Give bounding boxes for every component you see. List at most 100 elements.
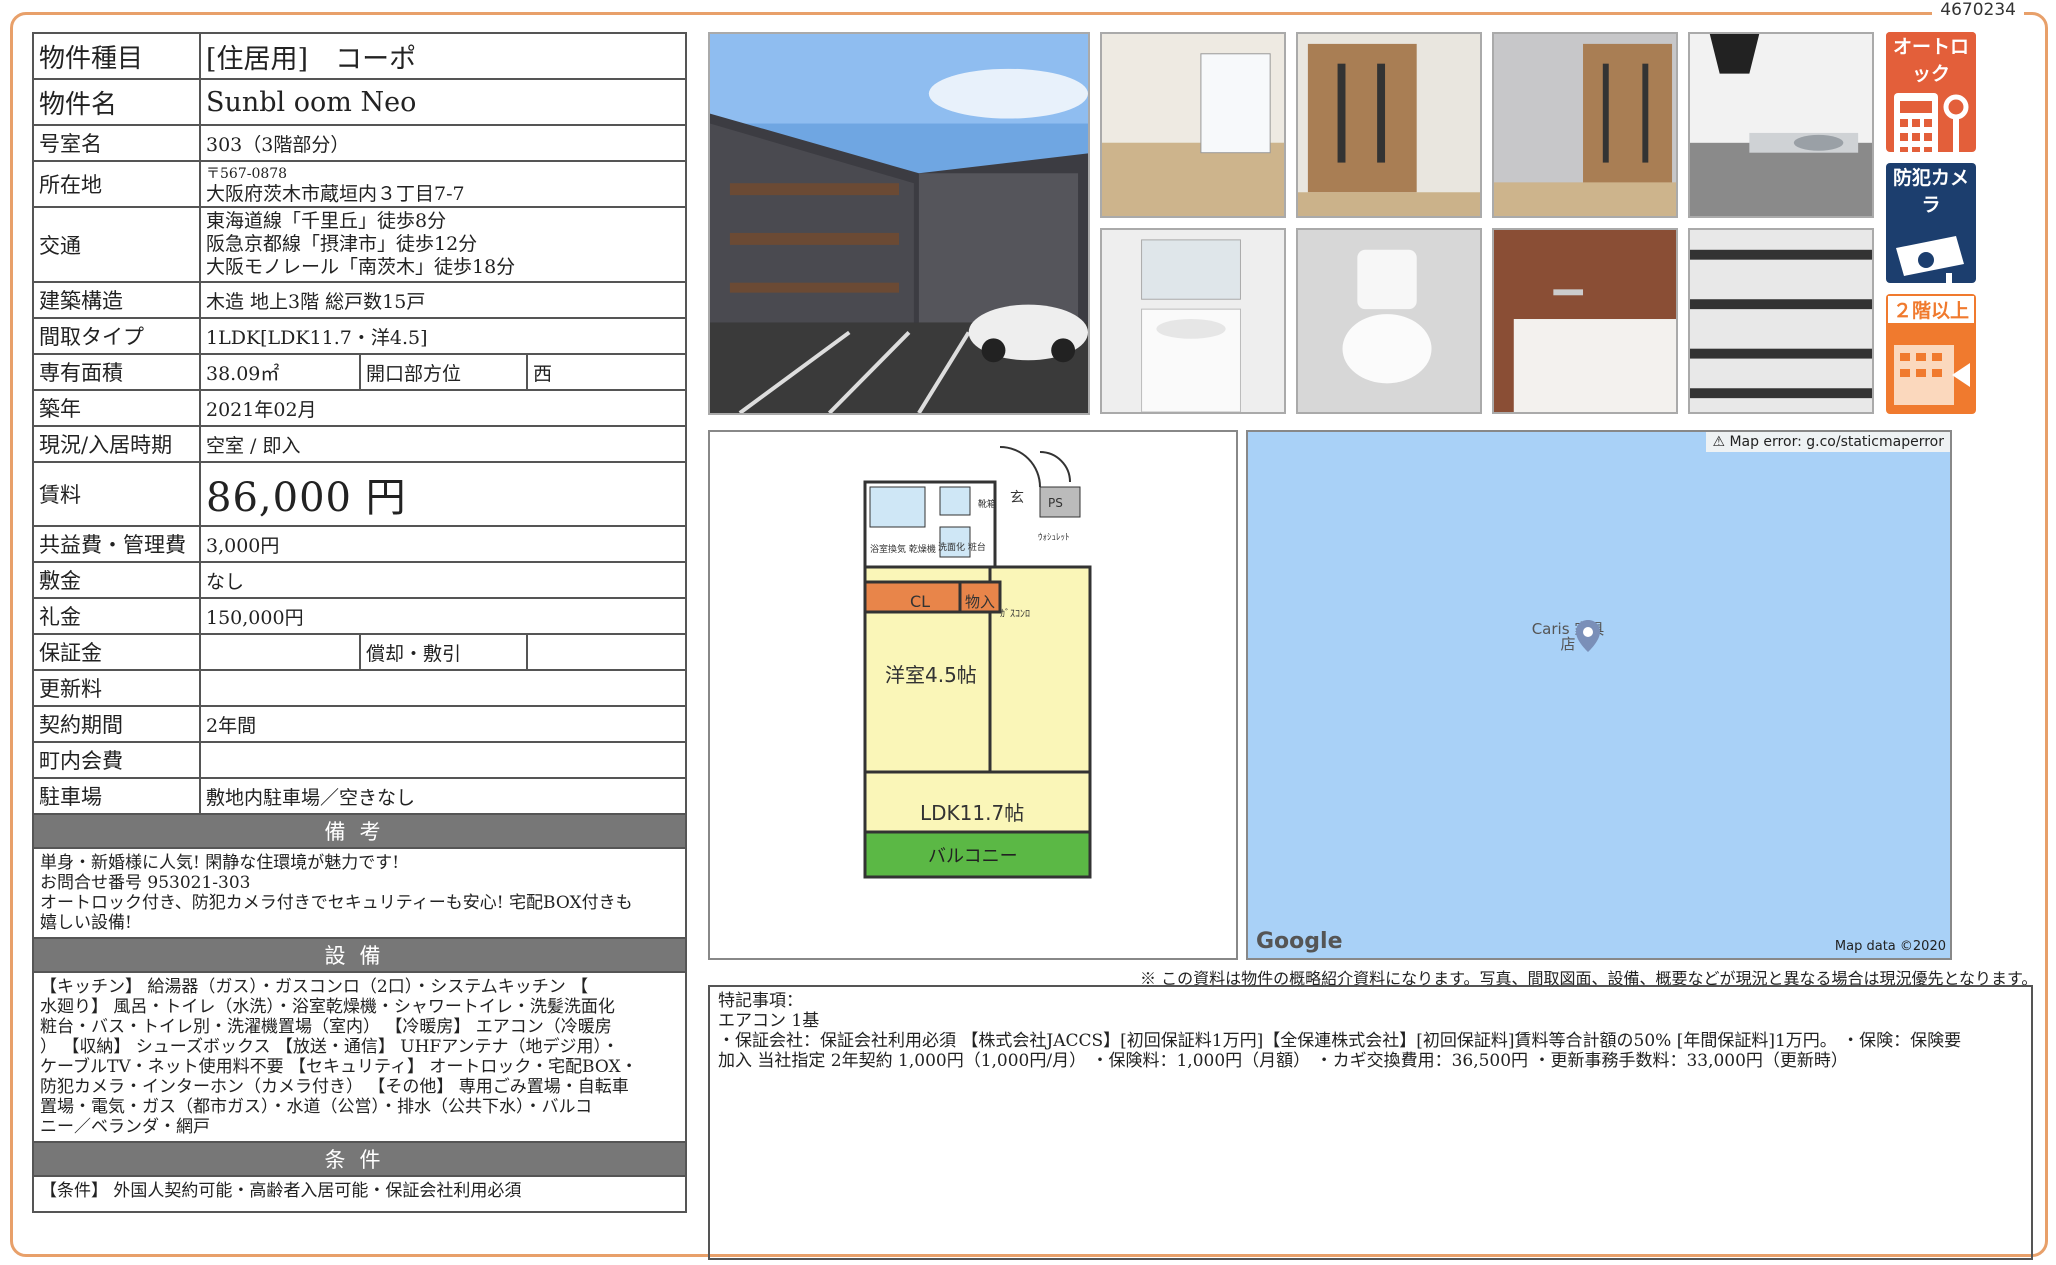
access-line: 大阪モノレール「南茨木」徒歩18分 (206, 256, 516, 278)
shoe-label: 靴箱 (978, 498, 996, 510)
area-label: 専有面積 (32, 353, 201, 391)
access-label: 交通 (32, 206, 201, 283)
direction-label: 開口部方位 (359, 353, 528, 391)
remarks-line: オートロック付き、防犯カメラ付きでセキュリティーも安心! 宅配BOX付きも (40, 893, 633, 913)
remarks-line: 単身・新婚様に人気! 閑静な住環境が魅力です! (40, 853, 400, 873)
name-label: 物件名 (32, 78, 201, 126)
guarantee-value (199, 633, 361, 671)
notes-line: 加入 当社指定 2年契約 1,000円（1,000円/月） ・保険料：1,000… (718, 1051, 1848, 1071)
contract-value: 2年間 (199, 705, 687, 743)
area-value: 38.09㎡ (199, 353, 361, 391)
ps-label: PS (1048, 496, 1063, 510)
western-room-label: 洋室4.5帖 (885, 663, 977, 687)
floorplan-drawing: CL 物入 玄 PS 靴箱 浴室換気 乾燥機 洗面化 粧台 ｳｫｼｭﾚｯﾄ ｶﾞ… (863, 446, 1092, 879)
conditions-heading: 条件 (32, 1141, 687, 1177)
assoc-value (199, 741, 687, 779)
facilities-heading: 設備 (32, 937, 687, 973)
amort-value (526, 633, 687, 671)
status-label: 現況/入居時期 (32, 425, 201, 463)
facility-line: ） 【収納】 シューズボックス 【放送・通信】 UHFアンテナ（地デジ用）・ (40, 1037, 620, 1057)
bathroom-photo (1492, 228, 1678, 414)
map-pin-icon[interactable] (1576, 620, 1600, 652)
toilet-photo (1296, 228, 1482, 414)
remarks-line: お問合せ番号 953021-303 (40, 873, 251, 893)
type-value: [住居用] コーポ (199, 32, 687, 80)
autolock-label: オートロック (1886, 32, 1976, 86)
map-attribution: Map data ©2020 (1834, 939, 1946, 954)
facility-line: 防犯カメラ・インターホン（カメラ付き） 【その他】 専用ごみ置場・自転車 (40, 1077, 629, 1097)
built-label: 築年 (32, 389, 201, 427)
postal-code: 〒567-0878 (206, 166, 288, 182)
document-id: 4670234 (1932, 0, 2024, 20)
room-label: 号室名 (32, 124, 201, 162)
notes-line: 特記事項： (718, 991, 803, 1011)
renewal-value (199, 669, 687, 707)
assoc-label: 町内会費 (32, 741, 201, 779)
room-photo (1492, 32, 1678, 218)
stove-label: ｶﾞｽｺﾝﾛ (1000, 608, 1030, 620)
access-line: 阪急京都線「摂津市」徒歩12分 (206, 233, 478, 255)
direction-value: 西 (526, 353, 687, 391)
contract-label: 契約期間 (32, 705, 201, 743)
status-value: 空室 / 即入 (199, 425, 687, 463)
toilet-label: ｳｫｼｭﾚｯﾄ (1038, 532, 1070, 543)
facility-line: 水廻り】 風呂・トイレ（水洗）・浴室乾燥機・シャワートイレ・洗髪洗面化 (40, 997, 615, 1017)
storage-photo (1688, 228, 1874, 414)
wash-label: 洗面化 粧台 (938, 541, 986, 553)
facility-line: ニー／ベランダ・網戸 (40, 1117, 210, 1137)
facility-line: 【キッチン】 給湯器（ガス）・ガスコンロ（2口）・システムキッチン 【 (40, 977, 589, 997)
conditions-text: 【条件】 外国人契約可能・高齢者入居可能・保証会社利用必須 (32, 1175, 687, 1213)
facility-line: ケーブルTV・ネット使用料不要 【セキュリティ】 オートロック・宅配BOX・ (40, 1057, 638, 1077)
building-icon (1894, 345, 1970, 405)
property-spec-table: 物件種目 [住居用] コーポ 物件名 Sunbl oom Neo 号室名 303（3階… (32, 32, 687, 1213)
autolock-badge: オートロック (1886, 32, 1976, 152)
layout-label: 間取タイプ (32, 317, 201, 355)
room-photo (1296, 32, 1482, 218)
second-floor-label: ２階以上 (1886, 294, 1976, 325)
access-line: 東海道線「千里丘」徒歩8分 (206, 210, 447, 232)
layout-value: 1LDK[LDK11.7・洋4.5] (199, 317, 687, 355)
type-label: 物件種目 (32, 32, 201, 80)
address-label: 所在地 (32, 160, 201, 208)
address-value: 大阪府茨木市蔵垣内３丁目7-7 (206, 183, 465, 205)
key-money-value: 150,000円 (199, 597, 687, 635)
map-panel[interactable]: ⚠ Map error: g.co/staticmaperror Caris 家… (1246, 430, 1952, 960)
ldk-label: LDK11.7帖 (920, 801, 1024, 825)
deposit-value: なし (199, 561, 687, 599)
deposit-label: 敷金 (32, 561, 201, 599)
room-value: 303（3階部分） (199, 124, 687, 162)
key-money-label: 礼金 (32, 597, 201, 635)
map-error-banner: ⚠ Map error: g.co/staticmaperror (1706, 432, 1950, 452)
special-notes: 特記事項： エアコン 1基 ・保証会社：保証会社利用必須 【株式会社JACCS】… (708, 985, 2033, 1260)
parking-value: 敷地内駐車場／空きなし (199, 777, 687, 815)
bath-label: 浴室換気 乾燥機 (870, 543, 936, 555)
guarantee-label: 保証金 (32, 633, 201, 671)
property-name: Sunbl oom Neo (199, 78, 687, 126)
fee-label: 共益費・管理費 (32, 525, 201, 563)
cl-label: CL (910, 592, 930, 611)
exterior-photo (708, 32, 1090, 415)
notes-line: エアコン 1基 (718, 1011, 820, 1031)
remarks-line: 嬉しい設備! (40, 913, 132, 933)
structure-value: 木造 地上3階 総戸数15戸 (199, 281, 687, 319)
renewal-label: 更新料 (32, 669, 201, 707)
security-camera-label: 防犯カメラ (1892, 167, 1969, 216)
structure-label: 建築構造 (32, 281, 201, 319)
rent-value: 86,000 円 (206, 475, 407, 521)
fee-value: 3,000円 (199, 525, 687, 563)
parking-label: 駐車場 (32, 777, 201, 815)
camera-icon (1896, 236, 1964, 283)
security-camera-badge: 防犯カメラ (1886, 163, 1976, 283)
balcony-label: バルコニー (928, 846, 1018, 867)
storage-label: 物入 (965, 593, 995, 611)
amort-label: 償却・敷引 (359, 633, 528, 671)
second-floor-badge: ２階以上 (1886, 294, 1976, 414)
notes-line: ・保証会社：保証会社利用必須 【株式会社JACCS】[初回保証料1万円]【全保連… (718, 1031, 1962, 1051)
rent-label: 賃料 (32, 461, 201, 527)
kitchen-photo (1688, 32, 1874, 218)
room-photo (1100, 32, 1286, 218)
facility-line: 粧台・バス・トイレ別・洗濯機置場（室内） 【冷暖房】 エアコン（冷暖房 (40, 1017, 612, 1037)
entrance-label: 玄 (1010, 489, 1024, 506)
google-logo: Google (1256, 929, 1343, 954)
remarks-heading: 備考 (32, 813, 687, 849)
